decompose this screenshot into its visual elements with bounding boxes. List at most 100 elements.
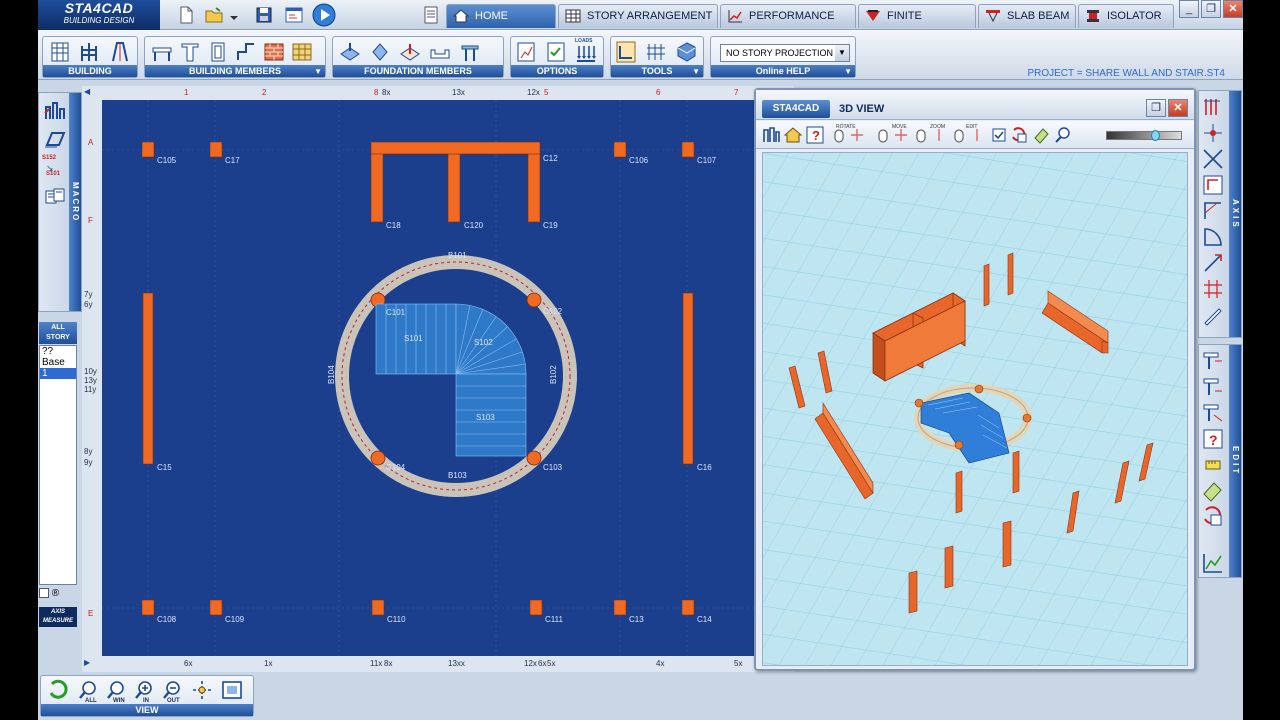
3d-help-icon[interactable]: ?: [806, 126, 824, 144]
building-section-icon[interactable]: [109, 40, 131, 64]
scroll-left-icon[interactable]: ◀: [84, 87, 90, 96]
3d-view-maximize-button[interactable]: ❐: [1146, 99, 1166, 117]
axis-parallel-icon[interactable]: [1201, 95, 1225, 119]
spiral-stair[interactable]: [375, 303, 527, 457]
scroll-right-icon[interactable]: ▶: [84, 658, 90, 667]
edit-refresh-icon[interactable]: [1201, 505, 1225, 529]
axis-angle-icon[interactable]: [1201, 199, 1225, 223]
axis-pencil-icon[interactable]: [1201, 303, 1225, 327]
column-C110[interactable]: [371, 599, 385, 616]
group-expand-icon[interactable]: ▼: [314, 67, 322, 76]
dropdown-arrow-icon[interactable]: [228, 5, 240, 25]
story-item[interactable]: Base: [40, 357, 76, 368]
zoom-arrows-icon[interactable]: [930, 126, 948, 144]
macro-slab-icon[interactable]: [43, 127, 67, 151]
loads-icon[interactable]: [575, 44, 597, 64]
tab-isolator[interactable]: ISOLATOR: [1078, 4, 1174, 28]
options-chart-icon[interactable]: [515, 40, 537, 64]
axis-measure-button[interactable]: AXIS MEASURE: [39, 607, 77, 627]
beam-icon[interactable]: [151, 40, 173, 64]
3d-checkbox-icon[interactable]: [990, 126, 1008, 144]
chevron-down-icon[interactable]: ▼: [835, 45, 849, 61]
3d-view-titlebar[interactable]: STA4CAD 3D VIEW ❐ ✕: [756, 90, 1194, 120]
brick-wall-icon[interactable]: [263, 40, 285, 64]
column-C13[interactable]: [613, 599, 627, 616]
3d-home-icon[interactable]: [784, 126, 802, 144]
maximize-button[interactable]: ❐: [1201, 0, 1221, 18]
axis-offset-icon[interactable]: [1201, 173, 1225, 197]
tab-home[interactable]: HOME: [446, 4, 556, 28]
story-item[interactable]: ??: [40, 346, 76, 357]
edit-move-icon[interactable]: [1201, 401, 1225, 425]
edit-measure-icon[interactable]: [1201, 453, 1225, 477]
column-C106[interactable]: [613, 141, 627, 158]
edit-mirror-icon[interactable]: [1201, 375, 1225, 399]
column-C102[interactable]: [526, 292, 542, 308]
book-icon[interactable]: [675, 40, 697, 64]
edit-eraser-icon[interactable]: [1201, 479, 1225, 503]
pan-icon[interactable]: [191, 679, 213, 701]
play-icon[interactable]: [312, 3, 336, 27]
column-C107[interactable]: [681, 141, 695, 158]
checklist-icon[interactable]: [545, 40, 567, 64]
column-C103[interactable]: [526, 450, 542, 466]
axis-diagonal-icon[interactable]: [1201, 147, 1225, 171]
open-folder-icon[interactable]: [204, 5, 224, 25]
save-icon[interactable]: [254, 5, 274, 25]
story-checkbox[interactable]: [39, 588, 49, 599]
all-story-button[interactable]: ALL STORY: [39, 322, 77, 344]
shear-wall-icon[interactable]: [207, 40, 229, 64]
axis-move-icon[interactable]: [1201, 251, 1225, 275]
document-icon[interactable]: [421, 5, 441, 25]
group-expand-icon[interactable]: ▼: [844, 67, 852, 76]
wall-C12-top[interactable]: [370, 141, 541, 155]
group-expand-icon[interactable]: ▼: [692, 67, 700, 76]
tab-story-arrangement[interactable]: STORY ARRANGEMENT: [558, 4, 718, 28]
building-icon[interactable]: [49, 40, 71, 64]
rotate-arrows-icon[interactable]: [848, 126, 866, 144]
new-file-icon[interactable]: [176, 5, 196, 25]
building-frame-icon[interactable]: [79, 40, 101, 64]
3d-viewport[interactable]: [762, 152, 1188, 666]
story-item-selected[interactable]: 1: [40, 368, 76, 379]
3d-zoom-window-icon[interactable]: [1054, 126, 1072, 144]
story-projection-select[interactable]: NO STORY PROJECTION ▼: [720, 44, 850, 62]
column-C109[interactable]: [209, 599, 223, 616]
3d-refresh-icon[interactable]: [1010, 126, 1028, 144]
plan-canvas[interactable]: C105 C17 C12 C106 C107 C18 C120 C19 C101…: [102, 100, 794, 656]
slab-grid-icon[interactable]: [291, 40, 313, 64]
zoom-mouse-icon[interactable]: [912, 126, 930, 144]
column-C108[interactable]: [141, 599, 155, 616]
tab-performance[interactable]: PERFORMANCE: [720, 4, 856, 28]
3d-view-close-button[interactable]: ✕: [1168, 99, 1188, 117]
column-C14[interactable]: [681, 599, 695, 616]
axis-point-icon[interactable]: [1201, 121, 1225, 145]
edit-mouse-icon[interactable]: [950, 126, 968, 144]
pile-cap-icon[interactable]: [369, 40, 391, 64]
edit-arrows-icon[interactable]: [968, 126, 986, 144]
axis-arc-icon[interactable]: [1201, 225, 1225, 249]
rotate-mouse-icon[interactable]: [830, 126, 848, 144]
axis-grid-icon[interactable]: [1201, 277, 1225, 301]
edit-help-icon[interactable]: ?: [1201, 427, 1225, 451]
footing-icon[interactable]: [339, 40, 361, 64]
column-C105[interactable]: [141, 141, 155, 158]
column-icon[interactable]: [179, 40, 201, 64]
close-button[interactable]: ✕: [1223, 0, 1243, 18]
macro-copy-icon[interactable]: [43, 185, 67, 209]
slab-icon[interactable]: [235, 40, 257, 64]
column-C16[interactable]: [682, 292, 694, 465]
tools-select-icon[interactable]: [615, 40, 637, 64]
tab-slab-beam[interactable]: SLAB BEAM: [978, 4, 1076, 28]
raft-icon[interactable]: [429, 40, 451, 64]
move-arrows-icon[interactable]: [892, 126, 910, 144]
3d-transparency-slider[interactable]: [1106, 130, 1182, 141]
minimize-button[interactable]: _: [1179, 0, 1199, 18]
pile-icon[interactable]: [459, 40, 481, 64]
move-mouse-icon[interactable]: [874, 126, 892, 144]
macro-grid-icon[interactable]: [43, 99, 67, 123]
3d-building-icon[interactable]: [762, 126, 780, 144]
settings-dialog-icon[interactable]: [284, 5, 304, 25]
column-C15[interactable]: [142, 292, 154, 465]
slider-knob[interactable]: [1151, 130, 1160, 141]
